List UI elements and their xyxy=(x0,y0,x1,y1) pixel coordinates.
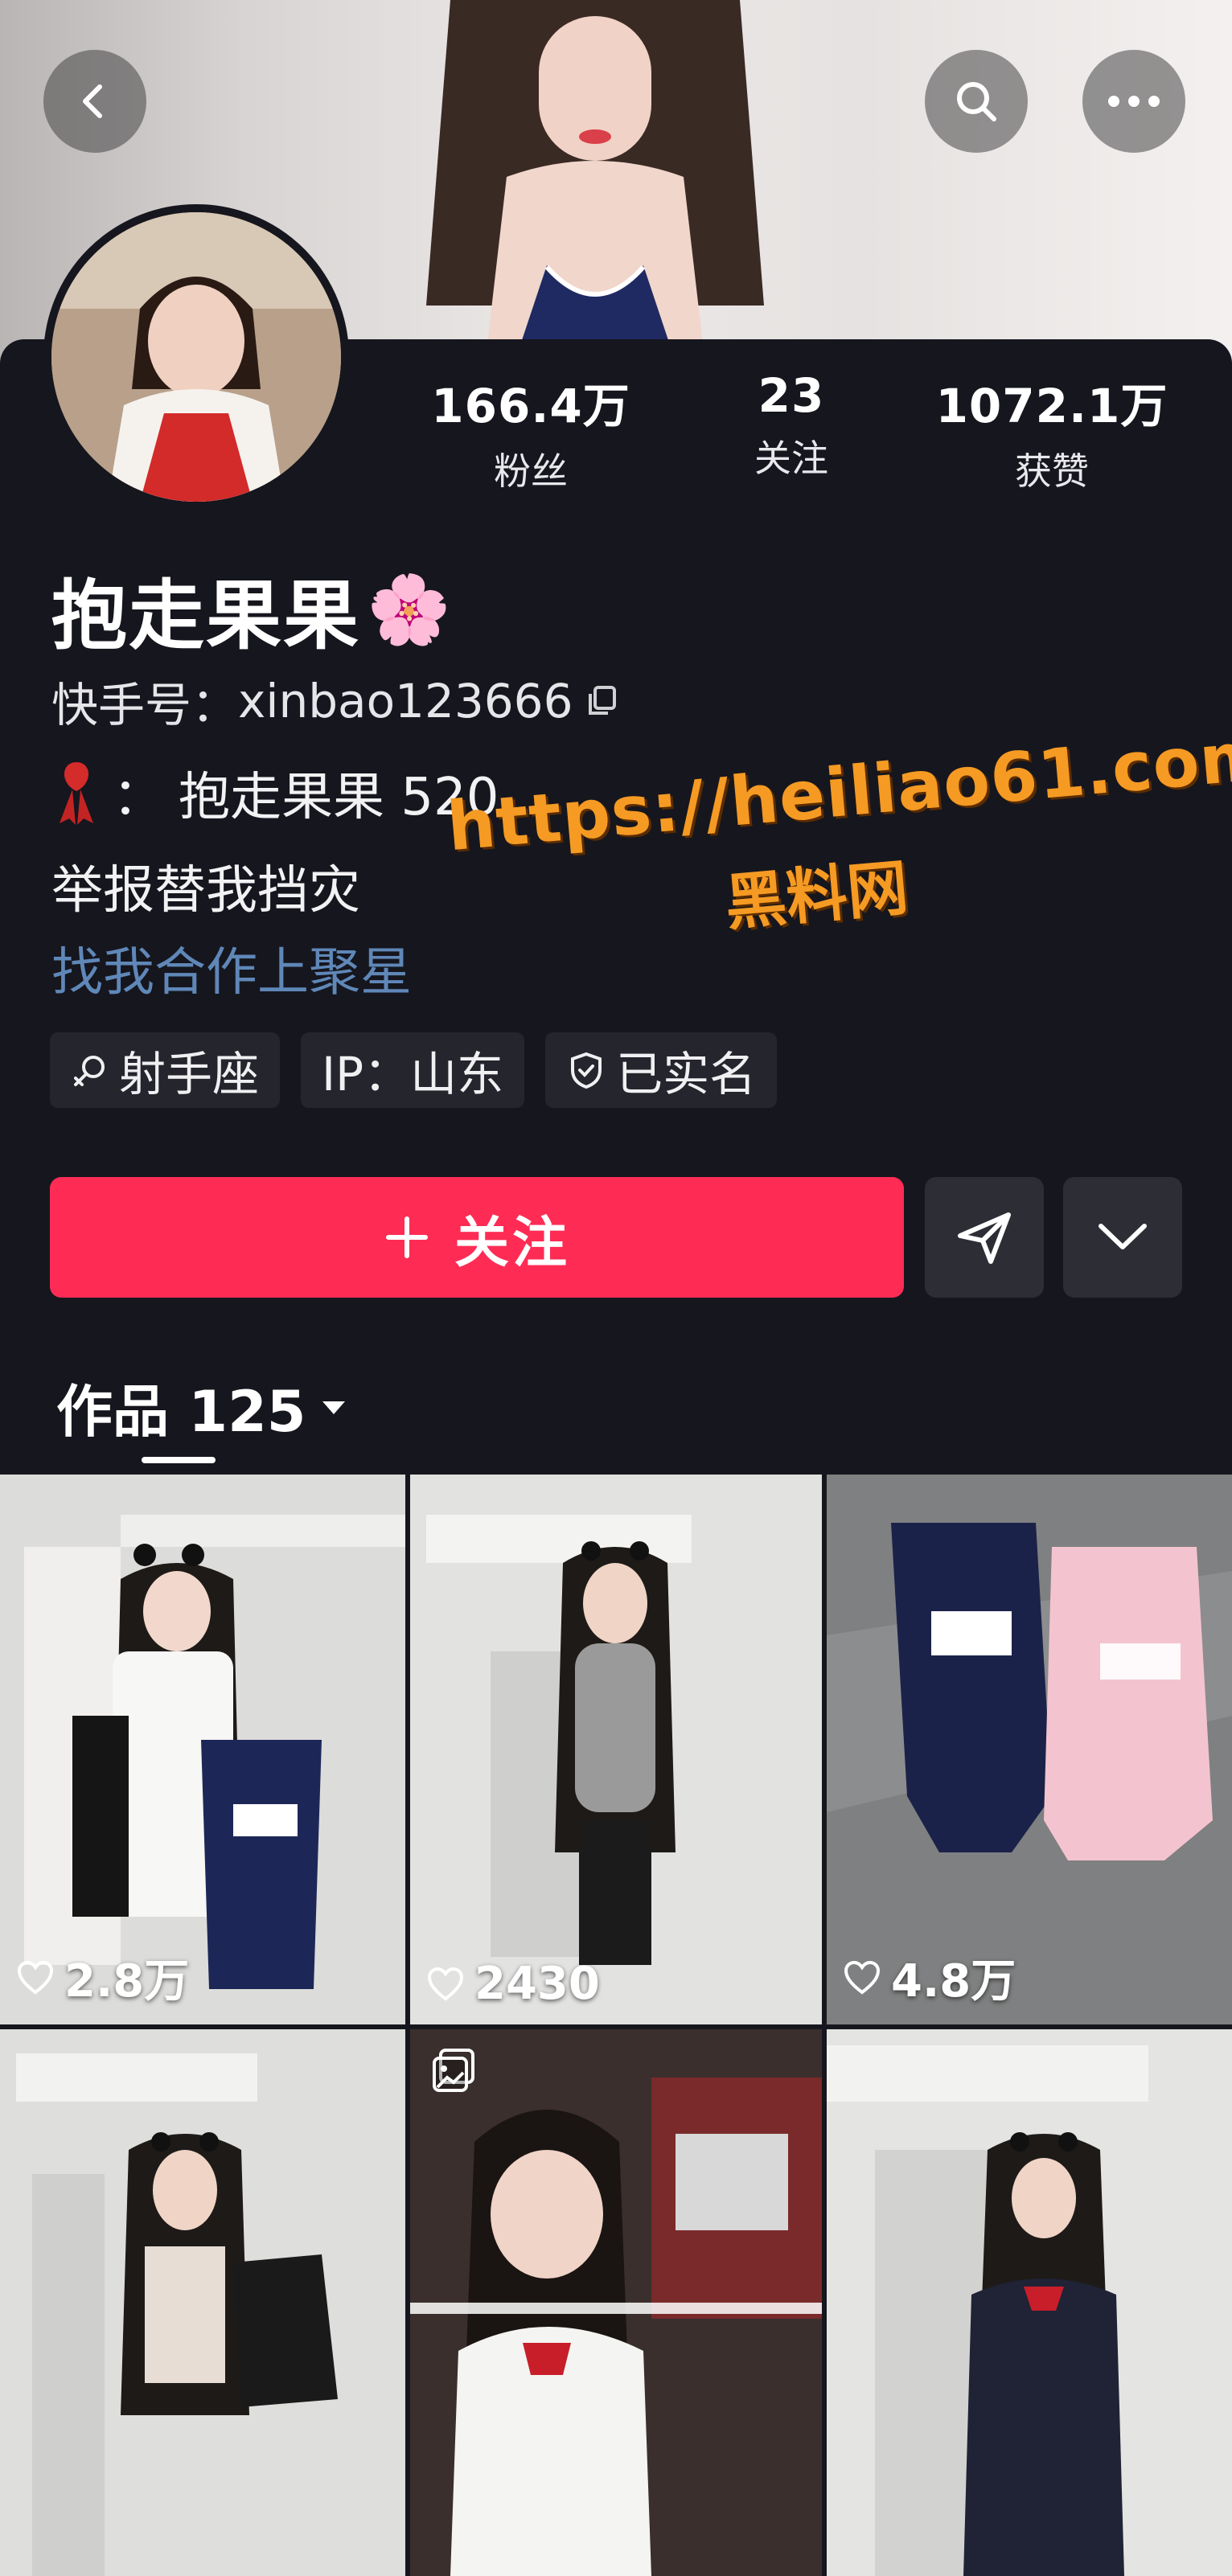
stat-likes[interactable]: 1072.1万 获赞 xyxy=(923,368,1181,495)
video-thumbnail[interactable] xyxy=(410,2029,822,2576)
stat-label: 粉丝 xyxy=(494,449,568,493)
works-grid: 2.8万 2430 4.8万 xyxy=(0,1475,1232,2576)
likes-count: 2430 xyxy=(426,1958,600,2010)
stat-following[interactable]: 23 关注 xyxy=(663,368,920,482)
bio-line-1: ： 抱走果果 520 xyxy=(51,756,499,830)
likes-value: 4.8万 xyxy=(891,1955,1016,2008)
tab-underline xyxy=(142,1457,216,1463)
tag-zodiac[interactable]: 射手座 xyxy=(50,1032,281,1108)
tab-works[interactable]: 作品 125 xyxy=(56,1367,348,1448)
profile-tags: 射手座 IP：山东 已实名 xyxy=(50,1032,778,1108)
flower-emoji: 🌸 xyxy=(367,569,451,649)
tag-label: 射手座 xyxy=(119,1047,260,1101)
tag-ip[interactable]: IP：山东 xyxy=(301,1032,525,1108)
cover-photo xyxy=(426,0,764,386)
ribbon-icon xyxy=(60,762,93,825)
works-label: 作品 125 xyxy=(56,1379,306,1445)
stat-value: 1072.1万 xyxy=(935,379,1168,433)
profile-name-row: 抱走果果 🌸 xyxy=(51,555,451,664)
plus-icon xyxy=(385,1216,428,1258)
profile-uid[interactable]: 快手号： xinbao123666 xyxy=(51,667,621,735)
tag-label: 已实名 xyxy=(616,1047,757,1101)
follow-label: 关注 xyxy=(454,1211,570,1275)
thumbnail-image xyxy=(0,1475,405,2024)
stat-value: 166.4万 xyxy=(431,379,630,433)
thumbnail-image xyxy=(0,2029,405,2576)
expand-button[interactable] xyxy=(1063,1177,1182,1298)
thumbnail-image xyxy=(410,1475,822,2024)
copy-icon[interactable] xyxy=(584,683,621,720)
shield-check-icon xyxy=(571,1052,602,1089)
image-post-icon xyxy=(433,2049,474,2092)
stat-label: 关注 xyxy=(754,437,828,480)
zodiac-icon xyxy=(74,1056,105,1086)
profile-name: 抱走果果 xyxy=(51,572,361,660)
heart-icon xyxy=(17,1960,54,1995)
more-horizontal-icon xyxy=(1108,96,1160,107)
more-button[interactable] xyxy=(1082,50,1185,153)
likes-value: 2430 xyxy=(474,1958,600,2010)
video-thumbnail[interactable]: 2430 xyxy=(410,1475,822,2024)
thumbnail-image xyxy=(410,2029,822,2576)
likes-count: 2.8万 xyxy=(16,1945,189,2010)
avatar[interactable] xyxy=(43,204,349,510)
chevron-left-icon xyxy=(83,84,102,118)
search-button[interactable] xyxy=(925,50,1028,153)
likes-count: 4.8万 xyxy=(843,1945,1016,2010)
video-thumbnail[interactable]: 2.8万 xyxy=(0,1475,405,2024)
chevron-down-icon xyxy=(1099,1224,1147,1249)
video-thumbnail[interactable] xyxy=(827,2029,1232,2576)
search-icon xyxy=(957,82,996,121)
thumbnail-image xyxy=(827,2029,1232,2576)
thumbnail-image xyxy=(827,1475,1232,2024)
tag-verified[interactable]: 已实名 xyxy=(545,1032,778,1108)
uid-value: xinbao123666 xyxy=(238,674,573,728)
likes-value: 2.8万 xyxy=(64,1955,190,2008)
avatar-image xyxy=(51,212,341,502)
stat-followers[interactable]: 166.4万 粉丝 xyxy=(402,368,659,495)
uid-label: 快手号： xyxy=(51,678,239,732)
heart-icon xyxy=(844,1960,881,1995)
stat-label: 获赞 xyxy=(1015,449,1089,493)
heart-icon xyxy=(427,1967,464,2001)
send-icon xyxy=(958,1212,1011,1264)
bio-line-3[interactable]: 找我合作上聚星 xyxy=(51,931,412,1005)
stat-value: 23 xyxy=(758,368,825,423)
bio-separator: ： xyxy=(113,768,164,827)
tag-label: IP：山东 xyxy=(322,1047,504,1101)
back-button[interactable] xyxy=(43,50,146,153)
video-thumbnail[interactable]: 4.8万 xyxy=(827,1475,1232,2024)
caret-down-icon xyxy=(322,1401,345,1414)
video-thumbnail[interactable] xyxy=(0,2029,405,2576)
bio-line-2: 举报替我挡灾 xyxy=(51,861,360,921)
message-button[interactable] xyxy=(925,1177,1044,1298)
follow-button[interactable]: 关注 xyxy=(50,1177,904,1298)
